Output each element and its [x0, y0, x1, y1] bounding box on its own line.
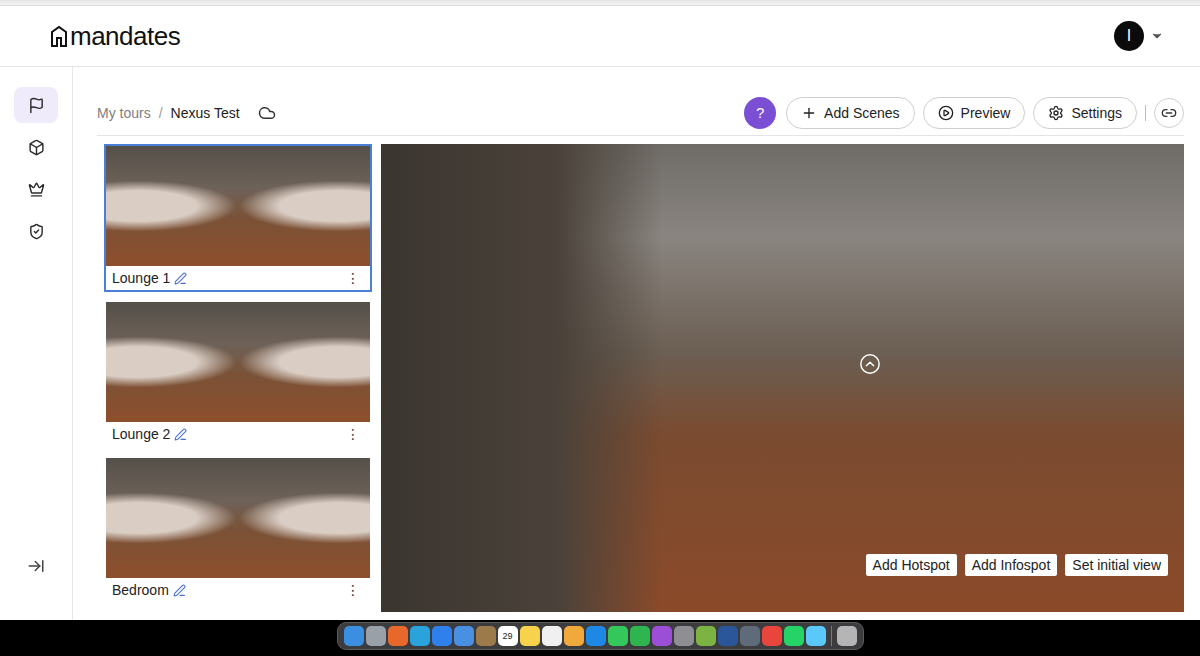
body: My tours/Nexus Test?Add ScenesPreviewSet…	[0, 67, 1200, 620]
crown-icon	[28, 181, 45, 198]
sidebar	[0, 67, 73, 620]
scene-row: Lounge 2 ⋮	[106, 422, 370, 446]
scene-card[interactable]: Lounge 1 ⋮	[104, 144, 372, 292]
dock-separator	[831, 626, 832, 646]
app-icon[interactable]	[520, 626, 540, 646]
calendar-icon[interactable]: 29	[498, 626, 518, 646]
panorama-viewer[interactable]: Add Hotspot Add Infospot Set initial view	[381, 144, 1184, 612]
caret-down-icon[interactable]	[1150, 29, 1164, 43]
editor: Lounge 1⋮Lounge 2⋮Bedroom⋮Add HotspotAdd…	[97, 136, 1184, 620]
shield-icon	[28, 223, 45, 240]
edit-icon[interactable]	[174, 428, 187, 441]
app-window: mandates I My tours / Nexus Test? Add ScenesP…	[0, 0, 1200, 656]
edit-icon[interactable]	[174, 272, 187, 285]
toolbar-button[interactable]: Add Scenes	[786, 97, 915, 129]
app-icon[interactable]	[454, 626, 474, 646]
app-icon[interactable]	[806, 626, 826, 646]
breadcrumb-separator: /	[159, 105, 163, 121]
viewer-actions: Add Hotspot Add Infospot Set initial view	[866, 554, 1168, 576]
arrow-right-icon	[27, 557, 45, 575]
scene-card[interactable]: Lounge 2 ⋮	[104, 300, 372, 448]
scene-name[interactable]: Bedroom	[112, 582, 186, 598]
scene-list: Lounge 1 ⋮ Lounge 2 ⋮ Bedroom ⋮	[104, 144, 372, 620]
app-icon[interactable]	[696, 626, 716, 646]
sidebar-item[interactable]	[14, 213, 58, 249]
app-icon[interactable]	[564, 626, 584, 646]
scene-thumbnail[interactable]	[106, 458, 370, 578]
breadcrumb: My tours / Nexus Test	[97, 104, 276, 122]
toolbar: My tours / Nexus Test? Add ScenesPreviewSet…	[97, 96, 1184, 136]
toolbar-button[interactable]: Preview	[923, 97, 1026, 129]
link-icon	[1161, 105, 1177, 121]
app-icon[interactable]	[784, 626, 804, 646]
breadcrumb-current: Nexus Test	[171, 105, 240, 121]
scene-thumbnail[interactable]	[106, 302, 370, 422]
app-icon[interactable]	[410, 626, 430, 646]
app-icon[interactable]	[388, 626, 408, 646]
app-icon[interactable]	[586, 626, 606, 646]
cloud-icon	[258, 104, 276, 122]
sidebar-item[interactable]	[14, 129, 58, 165]
tool-buttons: ? Add ScenesPreviewSettings	[744, 97, 1184, 129]
breadcrumb-root[interactable]: My tours	[97, 105, 151, 121]
viewer-button[interactable]: Set initial view	[1065, 554, 1168, 576]
collapse-button[interactable]	[14, 548, 58, 584]
app-icon[interactable]	[740, 626, 760, 646]
scene-name[interactable]: Lounge 2	[112, 426, 187, 442]
scene-name[interactable]: Lounge 1	[112, 270, 187, 286]
chevron-up-icon	[859, 353, 881, 375]
scene-thumbnail[interactable]	[106, 146, 370, 266]
scene-row: Lounge 1 ⋮	[106, 266, 370, 290]
app-icon[interactable]	[432, 626, 452, 646]
toolbar-divider	[1145, 105, 1146, 121]
top-header: mandates I	[0, 6, 1200, 67]
viewer-button[interactable]: Add Hotspot	[866, 554, 957, 576]
edit-icon[interactable]	[173, 584, 186, 597]
app-icon[interactable]	[366, 626, 386, 646]
flag-icon	[28, 97, 45, 114]
app-icon[interactable]	[718, 626, 738, 646]
logo-icon	[50, 25, 68, 47]
sidebar-item[interactable]	[14, 171, 58, 207]
plus-icon	[801, 105, 817, 121]
app-icon[interactable]	[542, 626, 562, 646]
scene-menu[interactable]: ⋮	[342, 582, 364, 598]
app-icon[interactable]	[476, 626, 496, 646]
dock: 29	[337, 622, 864, 650]
cube-icon	[28, 139, 45, 156]
app-icon[interactable]	[608, 626, 628, 646]
scene-card[interactable]: Bedroom ⋮	[104, 456, 372, 604]
toolbar-button[interactable]: Settings	[1033, 97, 1137, 129]
link-button[interactable]	[1154, 98, 1184, 128]
help-button[interactable]: ?	[744, 97, 776, 129]
avatar[interactable]: I	[1114, 21, 1144, 51]
trash-icon[interactable]	[837, 626, 857, 646]
app-icon[interactable]	[762, 626, 782, 646]
app-icon[interactable]	[630, 626, 650, 646]
viewer-button[interactable]: Add Infospot	[965, 554, 1058, 576]
user-menu[interactable]: I	[1114, 21, 1164, 51]
logo[interactable]: mandates	[50, 21, 180, 52]
scene-row: Bedroom ⋮	[106, 578, 370, 602]
app-icon[interactable]	[652, 626, 672, 646]
sidebar-item[interactable]	[14, 87, 58, 123]
dock-band: 29	[0, 620, 1200, 656]
main: My tours/Nexus Test?Add ScenesPreviewSet…	[73, 67, 1200, 620]
scene-menu[interactable]: ⋮	[342, 426, 364, 442]
app-icon[interactable]	[344, 626, 364, 646]
logo-text: mandates	[70, 21, 180, 52]
app-icon[interactable]	[674, 626, 694, 646]
play-icon	[938, 105, 954, 121]
gear-icon	[1048, 105, 1064, 121]
scene-menu[interactable]: ⋮	[342, 270, 364, 286]
hotspot[interactable]	[859, 353, 881, 375]
